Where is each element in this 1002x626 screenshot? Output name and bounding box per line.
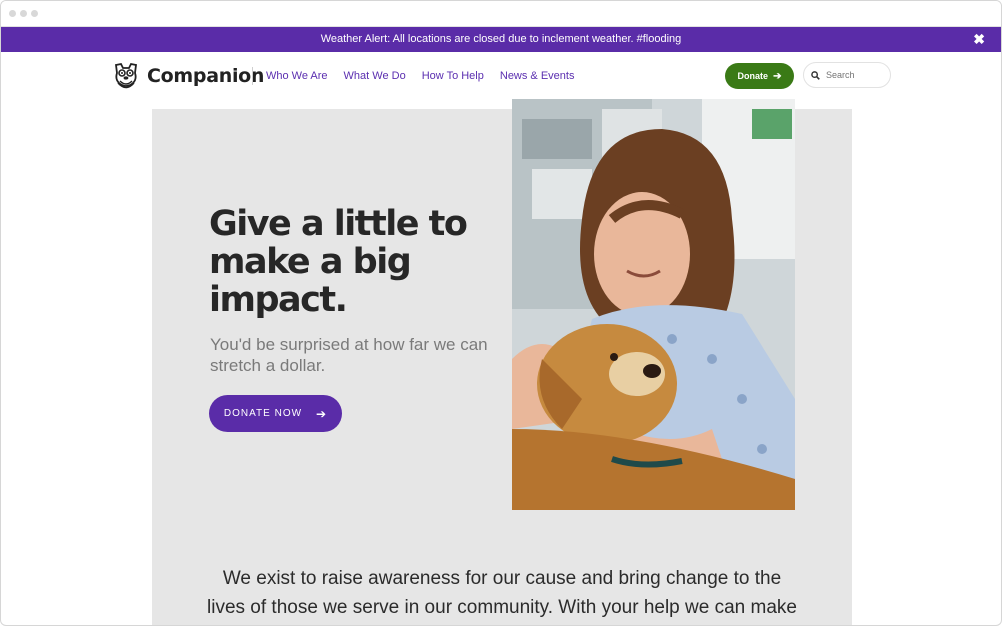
nav-how-to-help[interactable]: How To Help	[422, 70, 484, 82]
browser-window: Weather Alert: All locations are closed …	[0, 0, 1002, 626]
hero-photo-woman-with-dog	[512, 99, 795, 510]
main-navigation: Who We Are What We Do How To Help News &…	[266, 52, 590, 100]
hero-subtitle: You'd be surprised at how far we can str…	[210, 335, 488, 375]
hero-photo-illustration	[512, 99, 795, 510]
window-maximize-dot[interactable]	[31, 10, 38, 17]
nav-divider	[252, 67, 253, 85]
header-donate-button[interactable]: Donate ➔	[725, 63, 794, 89]
hero-title: Give a little to make a big impact.	[209, 204, 468, 320]
brand-logo[interactable]: Companion	[111, 61, 264, 91]
nav-who-we-are[interactable]: Who We Are	[266, 70, 328, 82]
weather-alert-banner: Weather Alert: All locations are closed …	[1, 27, 1001, 52]
nav-what-we-do[interactable]: What We Do	[344, 70, 406, 82]
browser-chrome	[1, 1, 1001, 27]
search-box[interactable]	[803, 62, 891, 88]
site-header: Companion Who We Are What We Do How To H…	[1, 52, 1001, 100]
donate-now-button[interactable]: DONATE NOW ➔	[209, 395, 342, 432]
mission-statement: We exist to raise awareness for our caus…	[207, 568, 797, 618]
dog-logo-icon	[115, 62, 137, 89]
donate-now-label: DONATE NOW	[223, 408, 303, 419]
window-minimize-dot[interactable]	[20, 10, 27, 17]
window-close-dot[interactable]	[9, 10, 16, 17]
close-alert-icon[interactable]: ✖	[973, 27, 985, 52]
nav-news-events[interactable]: News & Events	[500, 70, 575, 82]
arrow-right-icon: ➔	[773, 70, 782, 82]
brand-name: Companion	[147, 65, 265, 87]
arrow-right-icon: ➔	[316, 406, 328, 421]
donate-label: Donate	[737, 71, 769, 81]
alert-text: Weather Alert: All locations are closed …	[320, 33, 682, 45]
search-icon	[811, 70, 820, 80]
search-input[interactable]	[826, 70, 882, 80]
